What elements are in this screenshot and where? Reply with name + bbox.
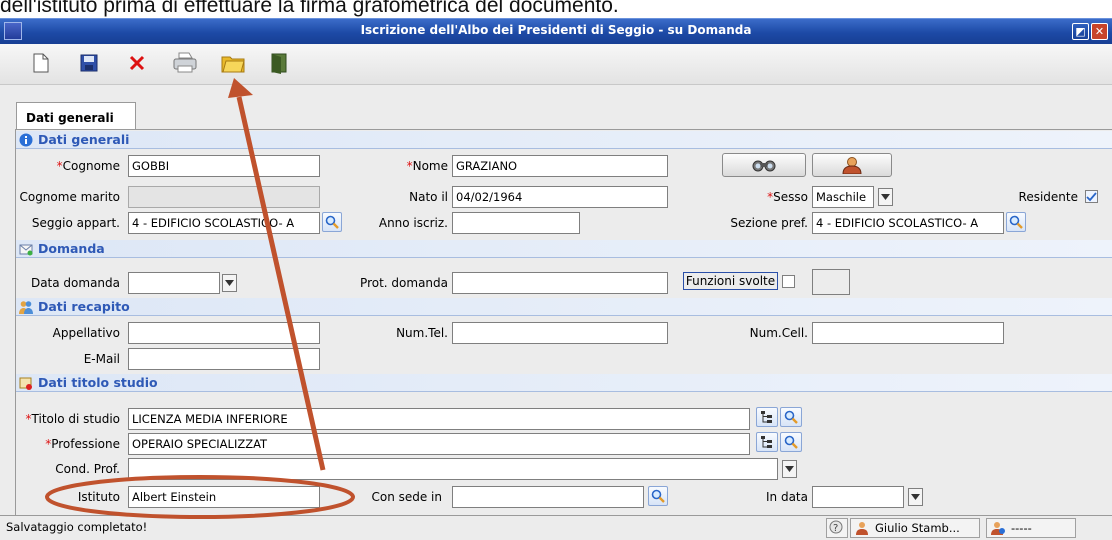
highlight-ellipse bbox=[45, 475, 355, 519]
pointer-arrow bbox=[236, 96, 326, 471]
annotation-overlay bbox=[45, 78, 355, 519]
pointer-arrowhead bbox=[228, 78, 253, 98]
